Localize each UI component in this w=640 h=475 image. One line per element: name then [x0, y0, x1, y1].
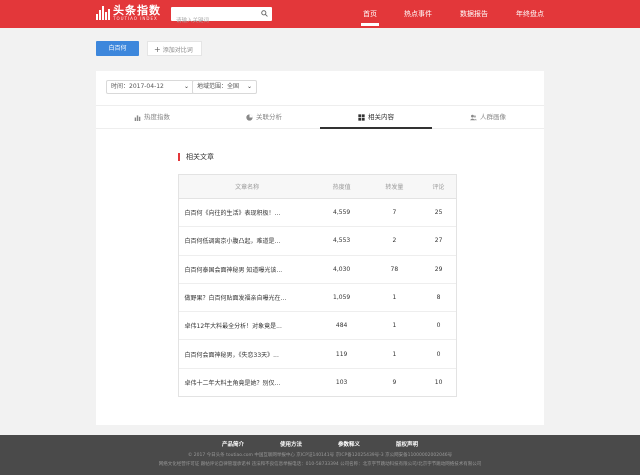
comment-count: 0 [420, 339, 457, 369]
share-count: 1 [368, 339, 421, 369]
plus-icon: + [154, 45, 161, 54]
table-row[interactable]: 做野果？白百何贴面发福亲自曝光在... 1,059 1 8 [178, 283, 457, 313]
region-filter-label: 地域范围：全国 [197, 83, 240, 90]
share-count: 1 [368, 311, 421, 341]
article-title-link[interactable]: 白百何会面神秘男，《失恋33天》... [178, 339, 316, 369]
logo-title: 头条指数 [113, 4, 161, 17]
article-title-link[interactable]: 卓伟12年大料最全分析！对象竟是... [178, 311, 316, 341]
tab-label: 人群画像 [480, 113, 506, 121]
footer-links: 产品简介 使用方法 参数释义 版权声明 [0, 440, 640, 450]
share-count: 1 [368, 283, 421, 313]
chevron-down-icon: ⌄ [183, 83, 189, 90]
tab-association[interactable]: 关联分析 [208, 106, 320, 128]
heat-value: 4,559 [315, 198, 369, 228]
heat-value: 4,030 [315, 255, 369, 284]
tab-label: 关联分析 [256, 113, 282, 121]
section-title: 相关文章 [178, 153, 214, 161]
table-header-row: 文章名称 热度值 转发量 评论 [178, 174, 457, 199]
comment-count: 0 [420, 311, 457, 341]
keyword-button[interactable]: 白百何 [96, 41, 139, 56]
footer-copyright-line: © 2017 今日头条 toutiao.com 中国互联网举报中心 京ICP证1… [187, 453, 453, 458]
region-filter-select[interactable]: 地域范围：全国 ⌄ [192, 80, 257, 94]
comment-count: 10 [420, 368, 457, 398]
article-title-link[interactable]: 做野果？白百何贴面发福亲自曝光在... [178, 283, 316, 313]
tab-label: 热度指数 [144, 113, 170, 121]
comment-count: 29 [420, 255, 457, 284]
logo-bars-icon [96, 6, 110, 20]
share-count: 9 [368, 368, 421, 398]
table-row[interactable]: 白百何《向往的生活》表现积极！... 4,559 7 25 [178, 198, 457, 228]
comment-count: 27 [420, 226, 457, 256]
article-title-link[interactable]: 白百何《向往的生活》表现积极！... [178, 198, 316, 228]
footer-link-params[interactable]: 参数释义 [338, 440, 360, 448]
article-title-link[interactable]: 卓伟十二年大料主角竟是她？别仅... [178, 368, 316, 398]
footer-license-line: 网络文化经营许可证 跟帖评论自律管理承诺书 违法和不良信息举报电话：010-58… [158, 462, 482, 467]
article-title-link[interactable]: 白百何泰国会面神秘男 知道曝光该... [178, 255, 316, 284]
content-panel: 时间：2017-04-12 ⌄ 地域范围：全国 ⌄ 热度指数 关联分析 相关内容… [96, 71, 544, 425]
tab-heat-index[interactable]: 热度指数 [96, 106, 208, 128]
comment-count: 8 [420, 283, 457, 313]
footer: 产品简介 使用方法 参数释义 版权声明 © 2017 今日头条 toutiao.… [0, 435, 640, 475]
nav-home[interactable]: 首页 [361, 9, 379, 26]
tab-related-content[interactable]: 相关内容 [320, 106, 432, 129]
share-count: 7 [368, 198, 421, 228]
users-icon [470, 114, 477, 120]
add-compare-label: 添加对比词 [162, 47, 193, 54]
col-header-heat: 热度值 [315, 174, 369, 199]
logo[interactable]: 头条指数 TOUTIAO INDEX [96, 5, 161, 21]
share-count: 2 [368, 226, 421, 256]
footer-link-copyright[interactable]: 版权声明 [396, 440, 418, 448]
footer-link-intro[interactable]: 产品简介 [222, 440, 244, 448]
heat-value: 103 [315, 368, 369, 398]
heat-value: 1,059 [315, 283, 369, 313]
table-row[interactable]: 白百何泰国会面神秘男 知道曝光该... 4,030 78 29 [178, 255, 457, 284]
heat-value: 119 [315, 339, 369, 369]
heat-value: 484 [315, 311, 369, 341]
share-count: 78 [368, 255, 421, 284]
footer-link-usage[interactable]: 使用方法 [280, 440, 302, 448]
col-header-title: 文章名称 [178, 174, 316, 199]
logo-subtitle: TOUTIAO INDEX [113, 16, 158, 21]
articles-table: 文章名称 热度值 转发量 评论 白百何《向往的生活》表现积极！... 4,559… [178, 174, 457, 398]
heat-value: 4,553 [315, 226, 369, 256]
time-filter-label: 时间：2017-04-12 [111, 83, 164, 90]
chevron-down-icon: ⌄ [246, 83, 252, 90]
table-row[interactable]: 卓伟十二年大料主角竟是她？别仅... 103 9 10 [178, 368, 457, 398]
nav-data-reports[interactable]: 数据报告 [460, 9, 488, 19]
content-tabs: 热度指数 关联分析 相关内容 人群画像 [96, 105, 544, 129]
search-box [171, 7, 272, 28]
tab-label: 相关内容 [368, 113, 394, 121]
pie-chart-icon [246, 113, 253, 121]
col-header-shares: 转发量 [368, 174, 421, 199]
search-input[interactable] [171, 14, 253, 28]
add-compare-button[interactable]: + 添加对比词 [147, 41, 202, 56]
table-row[interactable]: 白百何低调离京小腹凸起，难道是... 4,553 2 27 [178, 226, 457, 256]
table-row[interactable]: 卓伟12年大料最全分析！对象竟是... 484 1 0 [178, 311, 457, 341]
article-title-link[interactable]: 白百何低调离京小腹凸起，难道是... [178, 226, 316, 256]
time-filter-select[interactable]: 时间：2017-04-12 ⌄ [106, 80, 194, 94]
table-row[interactable]: 白百何会面神秘男，《失恋33天》... 119 1 0 [178, 339, 457, 369]
top-navbar: 头条指数 TOUTIAO INDEX 首页 热点事件 数据报告 年终盘点 [0, 0, 640, 28]
bar-chart-icon [134, 114, 141, 121]
nav-hot-events[interactable]: 热点事件 [404, 9, 432, 19]
comment-count: 25 [420, 198, 457, 228]
col-header-comments: 评论 [420, 174, 457, 199]
search-icon[interactable] [261, 10, 268, 17]
nav-year-review[interactable]: 年终盘点 [516, 9, 544, 19]
grid-icon [358, 113, 365, 121]
tab-audience[interactable]: 人群画像 [432, 106, 544, 128]
